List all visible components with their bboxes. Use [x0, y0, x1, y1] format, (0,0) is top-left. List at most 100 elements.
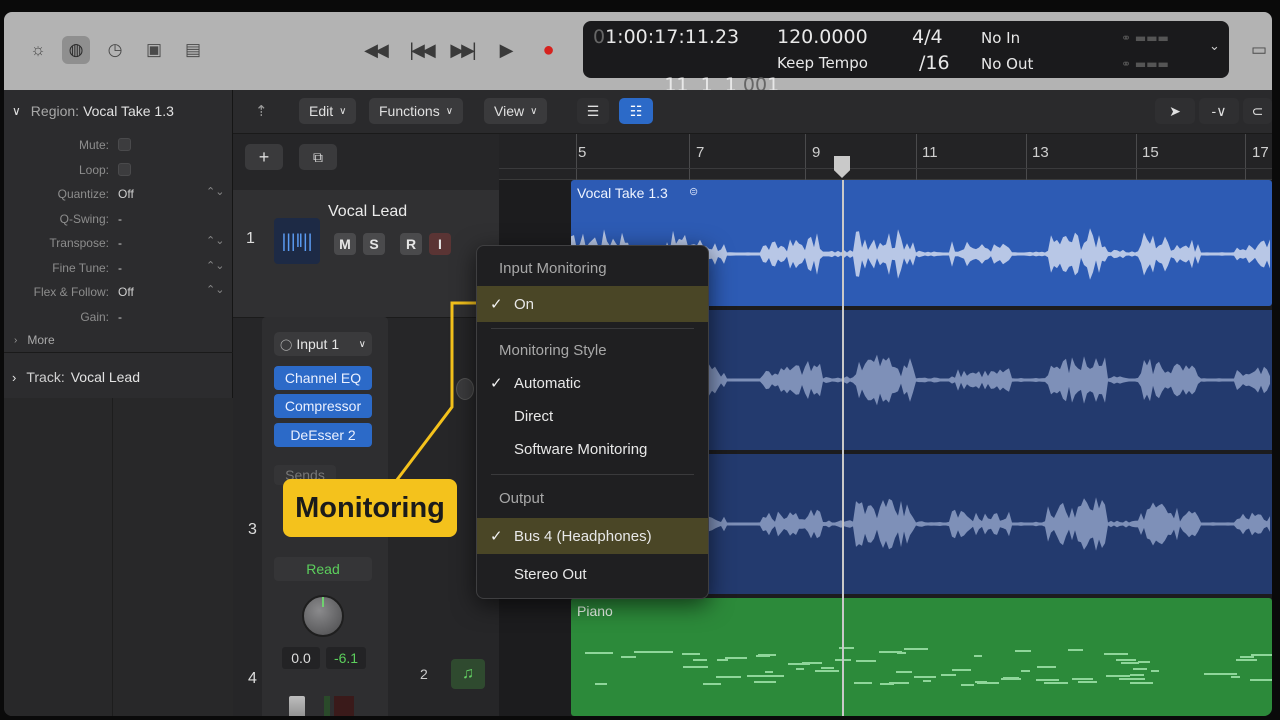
- inspector-row-flexfollow[interactable]: Flex & Follow: Off ⌃⌄: [4, 281, 233, 303]
- region-name-label: Vocal Take 1.3: [577, 185, 668, 201]
- inspector-row-qswing[interactable]: Q-Swing: -: [4, 208, 233, 230]
- mixer-icon[interactable]: ▣: [140, 36, 168, 64]
- menu-item-bus-4[interactable]: ✓ Bus 4 (Headphones): [477, 518, 708, 554]
- inspector-row-quantize[interactable]: Quantize: Off ⌃⌄: [4, 183, 233, 205]
- inspector-row-value[interactable]: Off: [118, 187, 134, 201]
- inspector-row-loop[interactable]: Loop:: [4, 159, 233, 181]
- level-meter-peak: [334, 696, 354, 716]
- lcd-display[interactable]: 01:00:17:11.23 11 1 1 001 120.0000 Keep …: [583, 21, 1229, 96]
- midi-note: [693, 659, 707, 661]
- stepper-icon[interactable]: ⌃⌄: [206, 259, 224, 272]
- inspector-row-label: Transpose:: [49, 236, 109, 250]
- stepper-icon[interactable]: ⌃⌄: [206, 185, 224, 198]
- inspector-row-value[interactable]: -: [118, 261, 122, 275]
- midi-note: [1104, 653, 1128, 655]
- edit-label: Edit: [309, 103, 334, 119]
- rewind-button[interactable]: ◀◀: [360, 36, 390, 64]
- midi-note: [896, 671, 912, 673]
- duplicate-track-icon[interactable]: ⧉: [299, 144, 337, 170]
- inspector-row-value[interactable]: -: [118, 236, 122, 250]
- mute-button[interactable]: M: [334, 233, 356, 255]
- inspector-row-label: Quantize:: [57, 187, 109, 201]
- lcd-time: 1:00:17:11.23: [605, 26, 740, 48]
- midi-note: [1240, 656, 1254, 658]
- level-value: -6.1: [326, 647, 366, 669]
- list-view-icon[interactable]: ☰: [577, 98, 609, 124]
- track-header[interactable]: › Track: Vocal Lead: [4, 362, 233, 392]
- inspector-row-value[interactable]: Off: [118, 285, 134, 299]
- plugin-deesser[interactable]: DeEsser 2: [274, 423, 372, 447]
- loop-icon: ⊜: [689, 186, 699, 198]
- menu-item-on[interactable]: ✓ On: [477, 286, 708, 322]
- checkmark-icon: ✓: [490, 375, 503, 392]
- waveform-icon: |||‖||: [274, 218, 320, 264]
- inspector-row-value[interactable]: -: [118, 212, 122, 226]
- secondary-tool-icon[interactable]: -∨: [1199, 98, 1239, 124]
- midi-note: [961, 684, 974, 686]
- midi-note: [856, 660, 876, 662]
- add-track-button[interactable]: +: [245, 144, 283, 170]
- inspector-row-gain[interactable]: Gain: -: [4, 306, 233, 328]
- edit-menu[interactable]: Edit ∨: [299, 98, 357, 124]
- lcd-time-dim: 0: [593, 26, 606, 48]
- region-piano[interactable]: Piano: [571, 598, 1272, 716]
- plugin-compressor[interactable]: Compressor: [274, 394, 372, 418]
- clock-icon[interactable]: ◷: [101, 36, 129, 64]
- chevron-down-icon: ∨: [12, 104, 21, 118]
- region-header[interactable]: ∨ Region: Vocal Take 1.3: [4, 96, 233, 126]
- inspector-row-value[interactable]: -: [118, 310, 122, 324]
- lcd-tempo-mode: Keep Tempo: [777, 54, 868, 72]
- checkbox[interactable]: [118, 138, 131, 151]
- midi-note: [1135, 668, 1146, 670]
- automation-mode[interactable]: Read: [274, 557, 372, 581]
- midi-note: [1001, 678, 1021, 680]
- menu-item-automatic[interactable]: ✓ Automatic: [477, 365, 708, 401]
- record-button[interactable]: ●: [532, 36, 562, 64]
- pointer-tool-icon[interactable]: ➤: [1155, 98, 1195, 124]
- catch-icon[interactable]: ⇡: [255, 102, 268, 120]
- view-menu[interactable]: View ∨: [484, 98, 548, 124]
- midi-note: [941, 674, 956, 676]
- go-to-start-button[interactable]: |◀◀: [406, 36, 436, 64]
- input-monitoring-button[interactable]: I: [429, 233, 451, 255]
- playhead[interactable]: [842, 180, 844, 716]
- snap-icon[interactable]: ⊂: [1243, 98, 1272, 124]
- solo-button[interactable]: S: [363, 233, 385, 255]
- play-button[interactable]: ▶: [490, 36, 520, 64]
- midi-note: [854, 682, 872, 684]
- menu-item-stereo-out[interactable]: Stereo Out: [477, 556, 708, 592]
- functions-menu[interactable]: Functions ∨: [369, 98, 464, 124]
- midi-note: [1130, 674, 1144, 676]
- flex-view-icon[interactable]: ☷: [619, 98, 653, 124]
- bar-ruler[interactable]: 5 7 9 11 13 15 17: [499, 134, 1272, 180]
- volume-fader[interactable]: [289, 696, 305, 716]
- track-name: Vocal Lead: [70, 369, 141, 385]
- editors-icon[interactable]: ▤: [179, 36, 207, 64]
- midi-note: [1072, 678, 1093, 680]
- midi-note: [1116, 659, 1136, 661]
- menu-item-software-monitoring[interactable]: Software Monitoring: [477, 431, 708, 467]
- fast-forward-button[interactable]: ▶▶|: [447, 36, 477, 64]
- midi-note: [716, 676, 741, 678]
- inspector-row-transpose[interactable]: Transpose: - ⌃⌄: [4, 232, 233, 254]
- stepper-icon[interactable]: ⌃⌄: [206, 283, 224, 296]
- tuner-icon[interactable]: ◍: [62, 36, 90, 64]
- inspector-row-mute[interactable]: Mute:: [4, 134, 233, 156]
- more-toggle[interactable]: › More: [4, 328, 233, 352]
- inspector-row-finetune[interactable]: Fine Tune: - ⌃⌄: [4, 257, 233, 279]
- lcd-chevron-down-icon[interactable]: ⌄: [1209, 39, 1220, 54]
- midi-note: [1037, 666, 1056, 668]
- stepper-icon[interactable]: ⌃⌄: [206, 234, 224, 247]
- bar-17: 17: [1252, 144, 1269, 161]
- activity-icon[interactable]: ☼: [24, 36, 52, 64]
- input-selector[interactable]: ◯ Input 1 ∨: [274, 332, 372, 356]
- checkbox[interactable]: [118, 162, 131, 176]
- list-icon[interactable]: ▭: [1246, 36, 1272, 64]
- level-meter: [324, 696, 330, 716]
- record-enable-button[interactable]: R: [400, 233, 422, 255]
- inspector-row-label: Fine Tune:: [52, 260, 109, 275]
- plugin-channel-eq[interactable]: Channel EQ: [274, 366, 372, 390]
- menu-item-direct[interactable]: Direct: [477, 398, 708, 434]
- midi-note: [1121, 662, 1139, 664]
- inspector-row-label: Flex & Follow:: [33, 285, 109, 299]
